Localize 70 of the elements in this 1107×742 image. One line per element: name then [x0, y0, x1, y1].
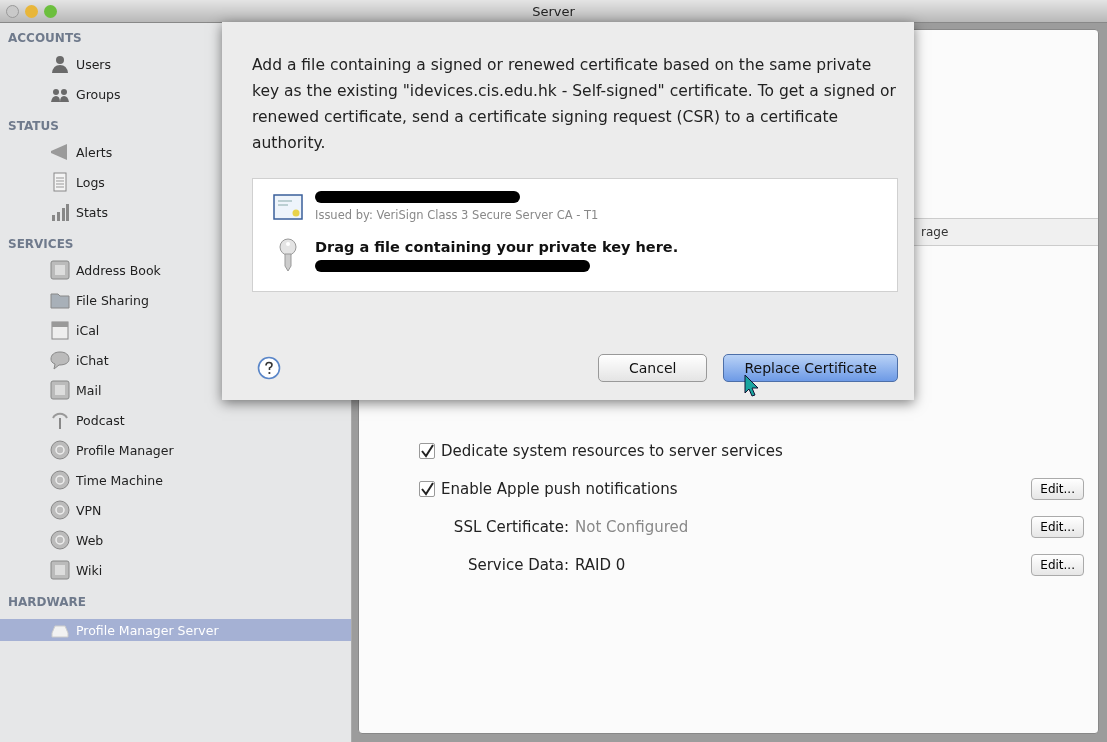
bar-chart-icon	[50, 202, 70, 222]
sidebar-item-label: VPN	[76, 502, 102, 518]
sidebar-item[interactable]: Podcast	[0, 405, 351, 435]
field-label: SSL Certificate:	[452, 518, 569, 536]
certificate-issuer: Issued by: VeriSign Class 3 Secure Server CA - T1	[315, 208, 599, 222]
checkbox[interactable]	[419, 443, 435, 459]
sidebar-item[interactable]: Web	[0, 525, 351, 555]
edit-button[interactable]: Edit...	[1031, 478, 1084, 500]
sidebar-item-label: File Sharing	[76, 292, 149, 308]
sidebar-item-label: iChat	[76, 352, 109, 368]
sidebar-item[interactable]: VPN	[0, 495, 351, 525]
section-header: SERVICES	[7, 236, 74, 253]
dialog-button[interactable]: Replace Certificate	[723, 354, 898, 382]
checkbox-label: Dedicate system resources to server services	[441, 442, 783, 460]
certificate-icon	[273, 193, 303, 220]
sidebar-item-label: iCal	[76, 322, 100, 338]
section-header: HARDWARE	[7, 594, 86, 611]
sidebar-item[interactable]: Wiki	[0, 555, 351, 585]
megaphone-icon	[50, 142, 70, 162]
sidebar-item-label: Time Machine	[76, 472, 163, 488]
sidebar-item-label: Profile Manager Server	[76, 622, 219, 638]
sidebar-item-label: Groups	[76, 86, 121, 102]
checkbox[interactable]	[419, 481, 435, 497]
help-button[interactable]	[257, 356, 281, 380]
sidebar-item[interactable]: Address Book	[0, 255, 351, 285]
sidebar-item-label: Address Book	[76, 262, 161, 278]
dialog-button[interactable]: Cancel	[598, 354, 708, 382]
round-icon	[50, 530, 70, 550]
folder-icon	[50, 290, 70, 310]
document-icon	[50, 172, 70, 192]
sidebar-item[interactable]: File Sharing	[0, 285, 351, 315]
sidebar-item[interactable]: Profile Manager	[0, 435, 351, 465]
field-value: RAID 0	[575, 556, 626, 574]
square-icon	[50, 260, 70, 280]
sidebar-item[interactable]: Logs	[0, 167, 351, 197]
sidebar-item-label: Wiki	[76, 562, 103, 578]
square-icon	[50, 560, 70, 580]
antenna-icon	[50, 410, 70, 430]
person-icon	[50, 54, 70, 74]
sidebar-item-label: Mail	[76, 382, 102, 398]
section-header: ACCOUNTS	[7, 30, 82, 47]
sidebar-item-label: Logs	[76, 174, 105, 190]
key-icon	[278, 238, 298, 272]
round-icon	[50, 500, 70, 520]
pointer-cursor-icon	[744, 374, 760, 398]
sidebar-item[interactable]: iChat	[0, 345, 351, 375]
column-header: rage	[921, 225, 949, 239]
section-header: STATUS	[7, 118, 59, 135]
key-prompt: Drag a file containing your private key here.	[315, 238, 679, 255]
sidebar-item-label: Users	[76, 56, 111, 72]
sidebar-item-label: Web	[76, 532, 104, 548]
sidebar-item[interactable]: Time Machine	[0, 465, 351, 495]
checkbox-label: Enable Apple push notifications	[441, 480, 678, 498]
round-icon	[50, 440, 70, 460]
dialog-message: Add a file containing a signed or renewed certificate based on the same private key as the existing "idevices.cis.edu.hk - Self-signed" certificate. To get a signed or renewed certificate, send a certificate signing request (CSR) to a certificate authority.	[252, 55, 897, 154]
sidebar-item-label: Podcast	[76, 412, 125, 428]
sidebar-item[interactable]: Mail	[0, 375, 351, 405]
sidebar-item-label: Stats	[76, 204, 108, 220]
sidebar-item-label: Profile Manager	[76, 442, 174, 458]
field-label: Service Data:	[466, 556, 569, 574]
calendar-icon	[50, 320, 70, 340]
speech-bubble-icon	[50, 350, 70, 370]
sidebar-item[interactable]: iCal	[0, 315, 351, 345]
edit-button[interactable]: Edit...	[1031, 554, 1084, 576]
window-title: Server	[531, 3, 576, 19]
field-value: Not Configured	[575, 518, 689, 536]
sidebar-item-label: Alerts	[76, 144, 113, 160]
square-icon	[50, 380, 70, 400]
round-icon	[50, 470, 70, 490]
edit-button[interactable]: Edit...	[1031, 516, 1084, 538]
